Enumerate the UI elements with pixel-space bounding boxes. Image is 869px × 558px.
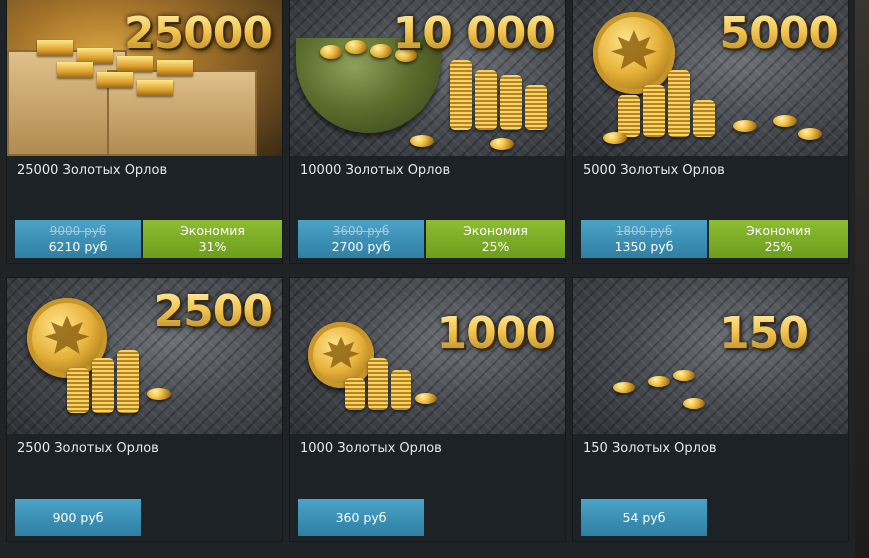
buy-button[interactable]: 3600 руб 2700 руб xyxy=(298,220,424,258)
offer-card-25000[interactable]: 25000 25000 Золотых Орлов 9000 руб 6210 … xyxy=(7,0,282,263)
saving-badge: Экономия 31% xyxy=(143,220,282,258)
gold-bar xyxy=(157,60,193,76)
old-price: 1800 руб xyxy=(615,223,673,238)
saving-value: 25% xyxy=(764,239,793,254)
coin xyxy=(345,40,367,54)
coin-stack xyxy=(475,70,497,130)
coin xyxy=(410,135,434,147)
amount-badge: 1000 xyxy=(436,308,556,359)
coin-stack xyxy=(450,60,472,130)
coin-stack xyxy=(525,85,547,130)
gold-bar xyxy=(137,80,173,96)
offer-image: 150 xyxy=(573,278,848,434)
coin-stack xyxy=(67,368,89,413)
price: 360 руб xyxy=(335,509,387,525)
buy-button[interactable]: 360 руб xyxy=(298,499,424,536)
coin xyxy=(147,388,171,400)
saving-badge: Экономия 25% xyxy=(709,220,848,258)
coin-stack xyxy=(391,370,411,410)
offer-image: 5000 xyxy=(573,0,848,156)
buy-button[interactable]: 1800 руб 1350 руб xyxy=(581,220,707,258)
saving-label: Экономия xyxy=(463,223,528,238)
offer-title: 5000 Золотых Орлов xyxy=(583,163,725,178)
coin xyxy=(798,128,822,140)
price: 54 руб xyxy=(622,509,666,525)
buy-button[interactable]: 900 руб xyxy=(15,499,141,536)
eagle-coin-icon xyxy=(593,12,675,94)
coin-stack xyxy=(345,378,365,410)
coin-stack xyxy=(618,95,640,137)
saving-label: Экономия xyxy=(746,223,811,238)
eagle-coin-icon xyxy=(308,322,374,388)
buy-button[interactable]: 9000 руб 6210 руб xyxy=(15,220,141,258)
price: 1350 руб xyxy=(614,238,674,254)
coin xyxy=(648,376,670,387)
coin-stack xyxy=(117,350,139,413)
offer-card-5000[interactable]: 5000 5000 Золотых Орлов 1800 руб 1350 ру… xyxy=(573,0,848,263)
buy-button[interactable]: 54 руб xyxy=(581,499,707,536)
coin xyxy=(490,138,514,150)
offer-card-2500[interactable]: 2500 2500 Золотых Орлов 900 руб xyxy=(7,278,282,541)
gold-bar xyxy=(37,40,73,56)
offer-title: 1000 Золотых Орлов xyxy=(300,441,442,456)
price: 900 руб xyxy=(52,509,104,525)
offer-image: 25000 xyxy=(7,0,282,156)
offer-card-10000[interactable]: 10 000 10000 Золотых Орлов 3600 руб 2700… xyxy=(290,0,565,263)
background-edge xyxy=(855,0,869,558)
coin xyxy=(415,393,437,404)
price: 2700 руб xyxy=(331,238,391,254)
offer-title: 25000 Золотых Орлов xyxy=(17,163,168,178)
offer-title: 2500 Золотых Орлов xyxy=(17,441,159,456)
coin-stack xyxy=(500,75,522,130)
coin-stack xyxy=(643,85,665,137)
amount-badge: 10 000 xyxy=(392,8,556,59)
saving-badge: Экономия 25% xyxy=(426,220,565,258)
saving-label: Экономия xyxy=(180,223,245,238)
offer-card-150[interactable]: 150 150 Золотых Орлов 54 руб xyxy=(573,278,848,541)
old-price: 3600 руб xyxy=(332,223,390,238)
offer-image: 1000 xyxy=(290,278,565,434)
saving-value: 31% xyxy=(198,239,227,254)
coin xyxy=(733,120,757,132)
amount-badge: 150 xyxy=(719,308,809,359)
offer-title: 10000 Золотых Орлов xyxy=(300,163,451,178)
coin xyxy=(370,44,392,58)
offer-image: 2500 xyxy=(7,278,282,434)
amount-badge: 5000 xyxy=(719,8,839,59)
offer-image: 10 000 xyxy=(290,0,565,156)
price: 6210 руб xyxy=(48,238,108,254)
offer-card-1000[interactable]: 1000 1000 Золотых Орлов 360 руб xyxy=(290,278,565,541)
saving-value: 25% xyxy=(481,239,510,254)
coin-stack xyxy=(693,100,715,137)
gold-bar xyxy=(57,62,93,78)
coin-stack xyxy=(668,70,690,137)
coin xyxy=(673,370,695,381)
amount-badge: 2500 xyxy=(153,286,273,337)
old-price: 9000 руб xyxy=(49,223,107,238)
offer-title: 150 Золотых Орлов xyxy=(583,441,717,456)
coin xyxy=(773,115,797,127)
coin xyxy=(613,382,635,393)
coin xyxy=(603,132,627,144)
coin-stack xyxy=(92,358,114,413)
amount-badge: 25000 xyxy=(123,8,273,59)
coin xyxy=(683,398,705,409)
coin-stack xyxy=(368,358,388,410)
gold-bar xyxy=(97,72,133,88)
coin xyxy=(320,45,342,59)
